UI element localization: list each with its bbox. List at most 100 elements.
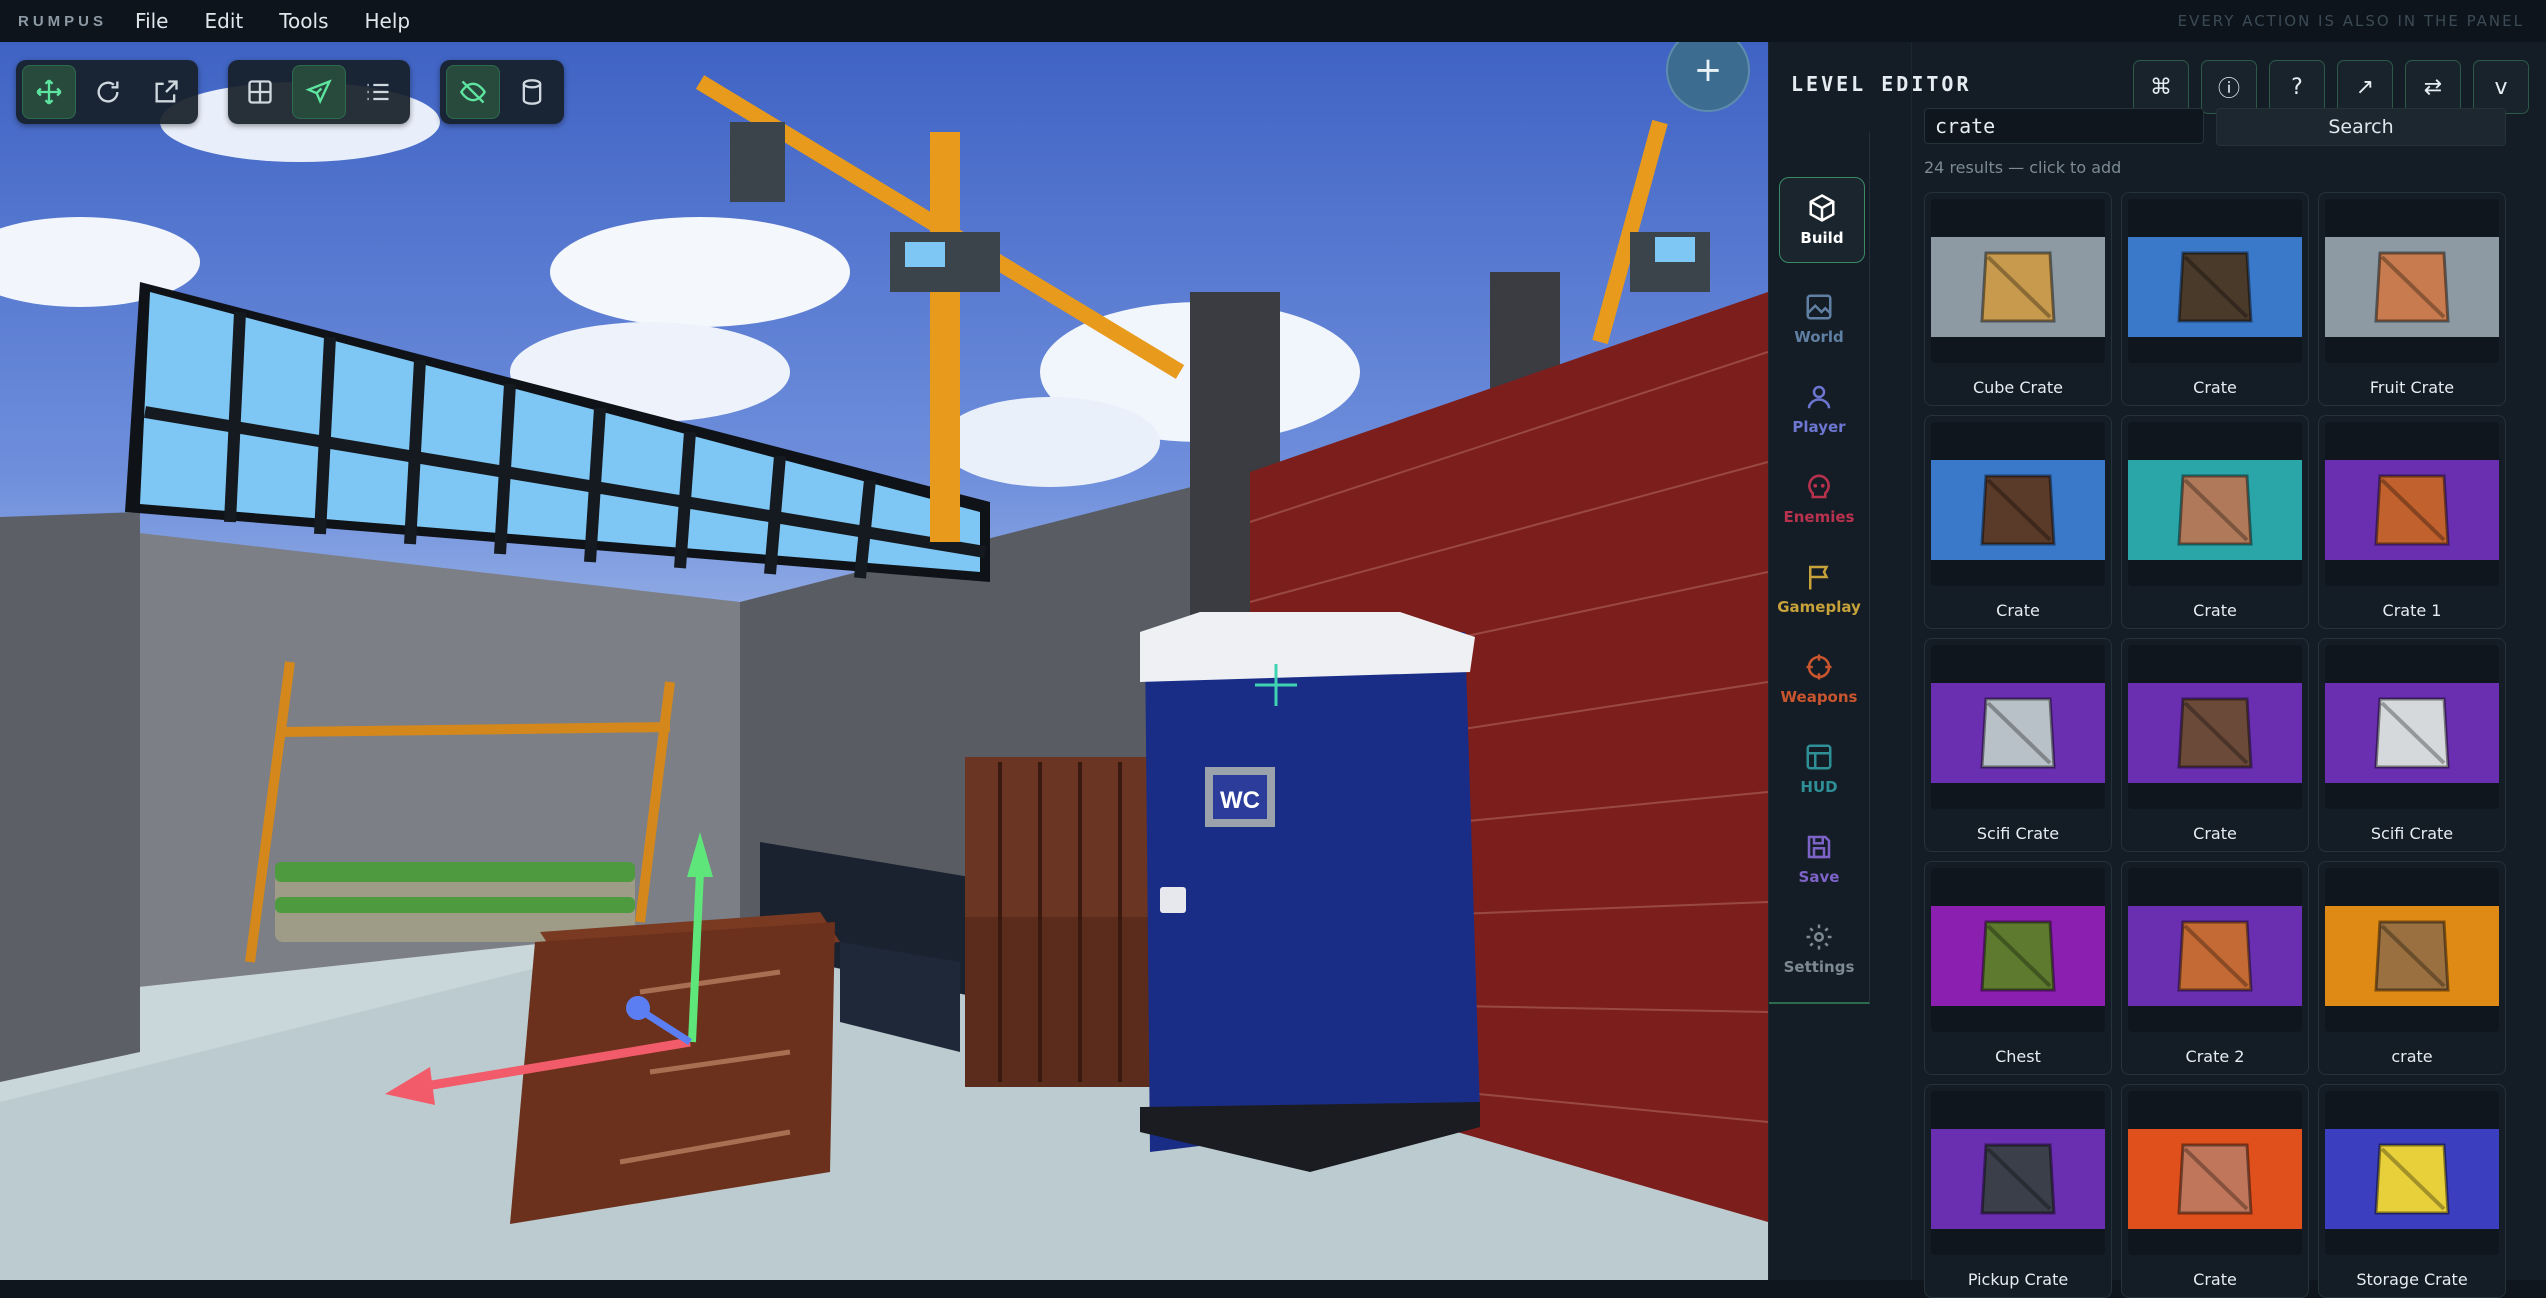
menu-file[interactable]: File [135, 9, 168, 33]
menu-help[interactable]: Help [365, 9, 411, 33]
asset-card[interactable]: crate [2318, 861, 2506, 1075]
move-tool-button[interactable] [22, 65, 76, 119]
crate-icon [2177, 697, 2253, 769]
skull-icon [1808, 474, 1830, 499]
level-editor-panel: LEVEL EDITOR ⌘ ⓘ ? ↗ ⇄ v Build World Pla… [1768, 42, 2546, 1298]
asset-card[interactable]: Crate [1924, 415, 2112, 629]
rail-label: Enemies [1783, 508, 1855, 526]
rail-item-settings[interactable]: Settings [1777, 907, 1861, 991]
asset-label: Crate 1 [2382, 601, 2442, 620]
external-link-icon [155, 80, 178, 103]
asset-label: Scifi Crate [1976, 824, 2060, 843]
asset-thumbnail [2325, 422, 2499, 586]
rotate-tool-button[interactable] [82, 66, 134, 118]
asset-label: Fruit Crate [2369, 378, 2455, 397]
user-icon [1807, 385, 1831, 409]
move-icon [36, 79, 62, 105]
crate-icon [2177, 474, 2253, 546]
rail-item-save[interactable]: Save [1777, 817, 1861, 901]
result-count: 24 results — click to add [1924, 158, 2122, 177]
toilet-sign: WC [1220, 787, 1260, 814]
view-toolbar [440, 60, 564, 124]
asset-browser: Search 24 results — click to add Cube Cr… [1911, 42, 2546, 1298]
asset-card[interactable]: Crate 1 [2318, 415, 2506, 629]
rail-item-hud[interactable]: HUD [1777, 727, 1861, 811]
rail-item-gameplay[interactable]: Gameplay [1777, 547, 1861, 631]
asset-thumbnail [1931, 422, 2105, 586]
crate-icon [2374, 697, 2450, 769]
asset-thumbnail [2128, 645, 2302, 809]
asset-thumbnail [1931, 868, 2105, 1032]
scene-viewport[interactable]: WC + [0, 42, 1768, 1280]
asset-label: Scifi Crate [2370, 824, 2454, 843]
asset-thumbnail [2128, 1091, 2302, 1255]
menu-bar: RUMPUS File Edit Tools Help EVERY ACTION… [0, 0, 2546, 42]
asset-thumbnail [1931, 199, 2105, 363]
asset-thumbnail [2128, 868, 2302, 1032]
asset-card[interactable]: Crate 2 [2121, 861, 2309, 1075]
crate-icon [2374, 474, 2450, 546]
layout-icon [248, 80, 272, 104]
asset-card[interactable]: Cube Crate [1924, 192, 2112, 406]
asset-card[interactable]: Crate [2121, 192, 2309, 406]
rail-item-world[interactable]: World [1777, 277, 1861, 361]
fly-mode-button[interactable] [292, 65, 346, 119]
search-button[interactable]: Search [2216, 108, 2506, 146]
menu-tools[interactable]: Tools [279, 9, 328, 33]
asset-thumbnail [2325, 199, 2499, 363]
transform-toolbar [16, 60, 198, 124]
crate-icon [1980, 474, 2056, 546]
crate-icon [2374, 1143, 2450, 1215]
rail-label: Player [1792, 418, 1846, 436]
grid-snap-button[interactable] [234, 66, 286, 118]
scale-tool-button[interactable] [140, 66, 192, 118]
hide-toggle-button[interactable] [446, 65, 500, 119]
rail-item-build[interactable]: Build [1779, 177, 1865, 263]
asset-card[interactable]: Scifi Crate [1924, 638, 2112, 852]
category-rail: Build World Player Enemies Gameplay Weap… [1769, 132, 1870, 1004]
asset-card[interactable]: Crate [2121, 1084, 2309, 1298]
crate-icon [2177, 1143, 2253, 1215]
plane-icon [305, 79, 332, 105]
asset-label: Chest [1995, 1047, 2041, 1066]
search-input[interactable] [1924, 108, 2204, 144]
asset-card[interactable]: Crate [2121, 415, 2309, 629]
rail-label: Settings [1783, 958, 1855, 976]
save-icon [1807, 835, 1831, 859]
asset-card[interactable]: Scifi Crate [2318, 638, 2506, 852]
panel-hint: EVERY ACTION IS ALSO IN THE PANEL [2177, 12, 2524, 30]
cylinder-icon [522, 79, 542, 105]
rail-label: Weapons [1780, 688, 1858, 706]
crate-icon [2374, 920, 2450, 992]
crate-icon [1980, 920, 2056, 992]
asset-label: Crate [2193, 824, 2237, 843]
asset-grid: Cube Crate Crate Fruit Crate Crate Crate Crat… [1924, 192, 2506, 1298]
rail-label: Save [1798, 868, 1840, 886]
menu-edit[interactable]: Edit [204, 9, 243, 33]
asset-label: Crate [1996, 601, 2040, 620]
asset-card[interactable]: Chest [1924, 861, 2112, 1075]
rail-label: Build [1800, 229, 1844, 247]
rail-item-player[interactable]: Player [1777, 367, 1861, 451]
rotate-icon [97, 81, 119, 103]
rail-label: World [1794, 328, 1844, 346]
asset-thumbnail [2325, 1091, 2499, 1255]
search-row: Search [1924, 108, 2506, 146]
asset-card[interactable]: Crate [2121, 638, 2309, 852]
list-icon [367, 83, 389, 101]
asset-thumbnail [1931, 645, 2105, 809]
app-brand: RUMPUS [18, 12, 108, 30]
outliner-button[interactable] [352, 66, 404, 118]
rail-item-weapons[interactable]: Weapons [1777, 637, 1861, 721]
asset-label: Crate 2 [2185, 1047, 2245, 1066]
crate-icon [2374, 251, 2450, 323]
database-button[interactable] [506, 66, 558, 118]
asset-thumbnail [2325, 868, 2499, 1032]
asset-card[interactable]: Storage Crate [2318, 1084, 2506, 1298]
rail-item-enemies[interactable]: Enemies [1777, 457, 1861, 541]
asset-thumbnail [2128, 199, 2302, 363]
crate-icon [2177, 920, 2253, 992]
crate-icon [1980, 251, 2056, 323]
asset-card[interactable]: Pickup Crate [1924, 1084, 2112, 1298]
asset-card[interactable]: Fruit Crate [2318, 192, 2506, 406]
